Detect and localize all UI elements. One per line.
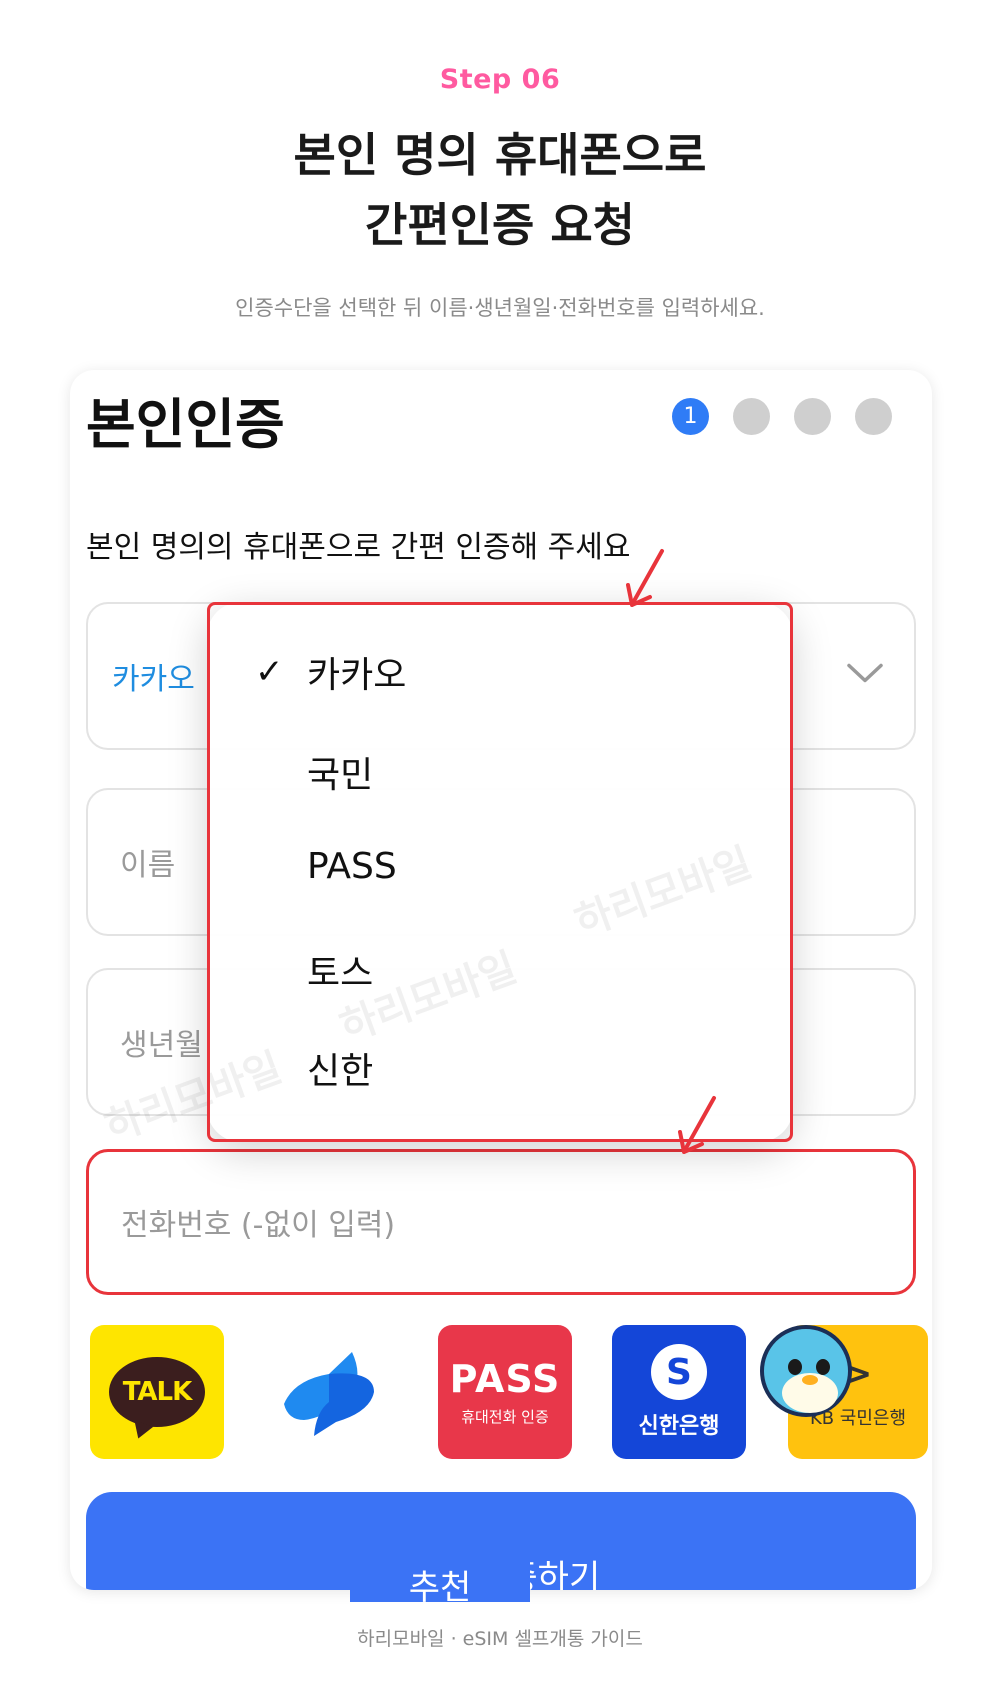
card-title: 본인인증	[86, 393, 285, 456]
checkmark-icon: ✓	[255, 652, 284, 692]
page-headline: 본인 명의 휴대폰으로 간편인증 요청	[0, 120, 1000, 260]
headline-line-2: 간편인증 요청	[365, 198, 635, 252]
mascot-eye-left	[788, 1359, 802, 1375]
pass-logo: PASS	[449, 1356, 561, 1401]
arrow-icon	[626, 549, 664, 607]
step-dot-2	[733, 398, 770, 435]
step-dot-1: 1	[672, 398, 709, 435]
dropdown-option-pass[interactable]: PASS	[307, 846, 397, 887]
step-label: Step 06	[439, 64, 561, 95]
step-indicator: 1	[672, 398, 892, 435]
dropdown-option-kakao[interactable]: 카카오	[307, 646, 406, 698]
phone-field[interactable]: 전화번호 (-없이 입력)	[86, 1149, 916, 1295]
card-instruction: 본인 명의의 휴대폰으로 간편 인증해 주세요	[86, 530, 631, 565]
pass-app-button[interactable]: PASS 휴대전화 인증	[438, 1325, 572, 1459]
dropdown-option-shinhan[interactable]: 신한	[307, 1042, 373, 1094]
kakao-app-button[interactable]: TALK	[90, 1325, 224, 1459]
toss-logo-icon	[284, 1352, 374, 1436]
chat-mascot-button[interactable]	[760, 1325, 852, 1417]
page-footer: 하리모바일 · eSIM 셀프개통 가이드	[357, 1628, 643, 1650]
kakao-talk-icon: TALK	[109, 1357, 205, 1427]
toss-app-button[interactable]	[262, 1325, 396, 1459]
carrier-select-value: 카카오	[112, 662, 195, 697]
name-field-placeholder: 이름	[120, 848, 176, 883]
mascot-beak	[802, 1375, 818, 1385]
pass-caption: 휴대전화 인증	[461, 1407, 549, 1426]
headline-line-1: 본인 명의 휴대폰으로	[293, 128, 707, 182]
dropdown-option-kookmin[interactable]: 국민	[307, 746, 373, 798]
shinhan-app-button[interactable]: S 신한은행	[612, 1325, 746, 1459]
arrow-icon	[678, 1096, 716, 1154]
phone-field-placeholder: 전화번호 (-없이 입력)	[121, 1208, 396, 1243]
page-subtitle: 인증수단을 선택한 뒤 이름·생년월일·전화번호를 입력하세요.	[235, 296, 765, 320]
shinhan-logo-icon: S	[651, 1344, 707, 1400]
shinhan-label: 신한은행	[638, 1414, 720, 1439]
step-dot-4	[855, 398, 892, 435]
recommend-label: 추천	[350, 1560, 530, 1608]
step-dot-3	[794, 398, 831, 435]
chevron-down-icon	[846, 659, 884, 694]
birth-field-placeholder: 생년월	[120, 1028, 203, 1063]
mascot-eye-right	[816, 1359, 830, 1375]
